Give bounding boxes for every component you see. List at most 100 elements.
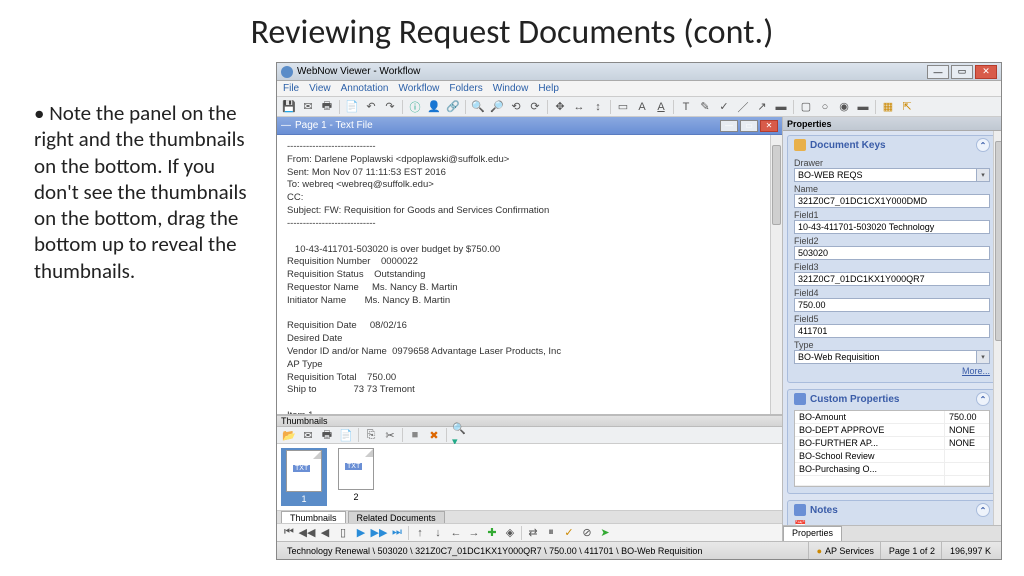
nav-approve-icon[interactable]: ✓ bbox=[561, 525, 577, 541]
menu-help[interactable]: Help bbox=[538, 83, 559, 94]
circle-icon[interactable]: ○ bbox=[817, 99, 833, 115]
nav-route-icon[interactable]: ⇄ bbox=[525, 525, 541, 541]
tab-properties[interactable]: Properties bbox=[783, 526, 842, 541]
highlight-icon[interactable]: ▬ bbox=[773, 99, 789, 115]
move-icon[interactable]: ✥ bbox=[552, 99, 568, 115]
minimize-button[interactable]: — bbox=[927, 65, 949, 79]
collapse-button[interactable]: ⌃ bbox=[976, 503, 990, 517]
nav-last-icon[interactable]: ⏭ bbox=[389, 525, 405, 541]
nav-first-icon[interactable]: ⏮ bbox=[281, 525, 297, 541]
zoom-out-icon[interactable]: 🔎 bbox=[489, 99, 505, 115]
thumbnails-header[interactable]: Thumbnails bbox=[277, 416, 782, 427]
nav-remove-icon[interactable]: ◈ bbox=[502, 525, 518, 541]
thumb-zoom-icon[interactable]: 🔍▾ bbox=[451, 427, 467, 443]
calendar-icon[interactable]: 📅 bbox=[794, 521, 806, 525]
thumb-copy-icon[interactable]: ⎘ bbox=[363, 427, 379, 443]
thumbnail-2[interactable]: 2 bbox=[333, 448, 379, 502]
custom-properties-table[interactable]: BO-Amount750.00 BO-DEPT APPROVENONE BO-F… bbox=[794, 410, 990, 487]
zoom-in-icon[interactable]: 🔍 bbox=[470, 99, 486, 115]
fit-width-icon[interactable]: ↔ bbox=[571, 99, 587, 115]
nav-nextset-icon[interactable]: ▶▶ bbox=[371, 525, 387, 541]
props-scrollbar[interactable] bbox=[993, 131, 1001, 525]
redact-icon[interactable]: ▬ bbox=[855, 99, 871, 115]
name-field[interactable] bbox=[794, 194, 990, 208]
field1-field[interactable] bbox=[794, 220, 990, 234]
menu-workflow[interactable]: Workflow bbox=[398, 83, 439, 94]
more-link[interactable]: More... bbox=[794, 366, 990, 376]
thumb-new-icon[interactable]: 📄 bbox=[338, 427, 354, 443]
custom-properties-title: Custom Properties bbox=[810, 394, 899, 405]
nav-left-icon[interactable]: ← bbox=[448, 525, 464, 541]
user-icon[interactable]: 👤 bbox=[426, 99, 442, 115]
fit-height-icon[interactable]: ↕ bbox=[590, 99, 606, 115]
rotate-icon[interactable]: ⟲ bbox=[508, 99, 524, 115]
type-field[interactable] bbox=[794, 350, 977, 364]
save-icon[interactable]: 💾 bbox=[281, 99, 297, 115]
line-icon[interactable]: ／ bbox=[735, 99, 751, 115]
back-icon[interactable]: ↶ bbox=[363, 99, 379, 115]
menu-annotation[interactable]: Annotation bbox=[341, 83, 389, 94]
nav-hold-icon[interactable]: ⏸ bbox=[543, 525, 559, 541]
nav-toolbar: ⏮ ◀◀ ◀ ▯ ▶ ▶▶ ⏭ ↑ ↓ ← → ✚ ◈ ⇄ ⏸ ✓ ⊘ ➤ bbox=[277, 523, 782, 541]
thumb-open-icon[interactable]: 📂 bbox=[281, 427, 297, 443]
text-tool-icon[interactable]: A bbox=[634, 99, 650, 115]
dropdown-icon[interactable]: ▾ bbox=[977, 168, 990, 182]
dropdown-icon[interactable]: ▾ bbox=[977, 350, 990, 364]
nav-add-icon[interactable]: ✚ bbox=[484, 525, 500, 541]
collapse-button[interactable]: ⌃ bbox=[976, 392, 990, 406]
refresh-icon[interactable]: ⟳ bbox=[527, 99, 543, 115]
menu-file[interactable]: File bbox=[283, 83, 299, 94]
mail-icon[interactable]: ✉ bbox=[300, 99, 316, 115]
field3-field[interactable] bbox=[794, 272, 990, 286]
menu-folders[interactable]: Folders bbox=[449, 83, 482, 94]
new-icon[interactable]: 📄 bbox=[344, 99, 360, 115]
select-icon[interactable]: ▭ bbox=[615, 99, 631, 115]
menu-window[interactable]: Window bbox=[493, 83, 529, 94]
menu-view[interactable]: View bbox=[309, 83, 331, 94]
thumbnail-1[interactable]: 1 bbox=[281, 448, 327, 506]
pen-icon[interactable]: ✎ bbox=[697, 99, 713, 115]
thumb-cut-icon[interactable]: ✂ bbox=[382, 427, 398, 443]
link-icon[interactable]: 🔗 bbox=[445, 99, 461, 115]
field2-field[interactable] bbox=[794, 246, 990, 260]
forward-icon[interactable]: ↷ bbox=[382, 99, 398, 115]
titlebar[interactable]: WebNow Viewer - Workflow — ▭ ✕ bbox=[277, 63, 1001, 81]
nav-prevset-icon[interactable]: ◀◀ bbox=[299, 525, 315, 541]
field4-field[interactable] bbox=[794, 298, 990, 312]
page-close-button[interactable]: ✕ bbox=[760, 120, 778, 132]
print-icon[interactable]: 🖶 bbox=[319, 99, 335, 115]
nav-next-icon[interactable]: ▶ bbox=[353, 525, 369, 541]
text-annot-icon[interactable]: T bbox=[678, 99, 694, 115]
thumb-delete-icon[interactable]: ✖ bbox=[426, 427, 442, 443]
info-icon[interactable]: ⓘ bbox=[407, 99, 423, 115]
nav-forward-icon[interactable]: ➤ bbox=[597, 525, 613, 541]
notes-title: Notes bbox=[810, 505, 838, 516]
export-icon[interactable]: ⇱ bbox=[899, 99, 915, 115]
thumb-stop-icon[interactable]: ■ bbox=[407, 427, 423, 443]
page-max-button[interactable]: ▭ bbox=[740, 120, 758, 132]
properties-title[interactable]: Properties bbox=[783, 117, 1001, 131]
collapse-button[interactable]: ⌃ bbox=[976, 138, 990, 152]
check-icon[interactable]: ✓ bbox=[716, 99, 732, 115]
thumb-mail-icon[interactable]: ✉ bbox=[300, 427, 316, 443]
rect-icon[interactable]: ▢ bbox=[798, 99, 814, 115]
stamp-icon[interactable]: ◉ bbox=[836, 99, 852, 115]
nav-prev-icon[interactable]: ◀ bbox=[317, 525, 333, 541]
arrow-icon[interactable]: ↗ bbox=[754, 99, 770, 115]
font-icon[interactable]: A bbox=[653, 99, 669, 115]
nav-page-icon[interactable]: ▯ bbox=[335, 525, 351, 541]
thumb-print-icon[interactable]: 🖶 bbox=[319, 427, 335, 443]
grid-icon[interactable]: ▦ bbox=[880, 99, 896, 115]
page-titlebar[interactable]: — Page 1 - Text File — ▭ ✕ bbox=[277, 117, 782, 135]
field5-field[interactable] bbox=[794, 324, 990, 338]
nav-right-icon[interactable]: → bbox=[466, 525, 482, 541]
doc-scrollbar[interactable] bbox=[770, 135, 782, 414]
maximize-button[interactable]: ▭ bbox=[951, 65, 973, 79]
document-viewer[interactable]: ---------------------------- From: Darle… bbox=[277, 135, 782, 415]
page-min-button[interactable]: — bbox=[720, 120, 738, 132]
nav-down-icon[interactable]: ↓ bbox=[430, 525, 446, 541]
drawer-field[interactable] bbox=[794, 168, 977, 182]
nav-up-icon[interactable]: ↑ bbox=[412, 525, 428, 541]
nav-reject-icon[interactable]: ⊘ bbox=[579, 525, 595, 541]
close-button[interactable]: ✕ bbox=[975, 65, 997, 79]
